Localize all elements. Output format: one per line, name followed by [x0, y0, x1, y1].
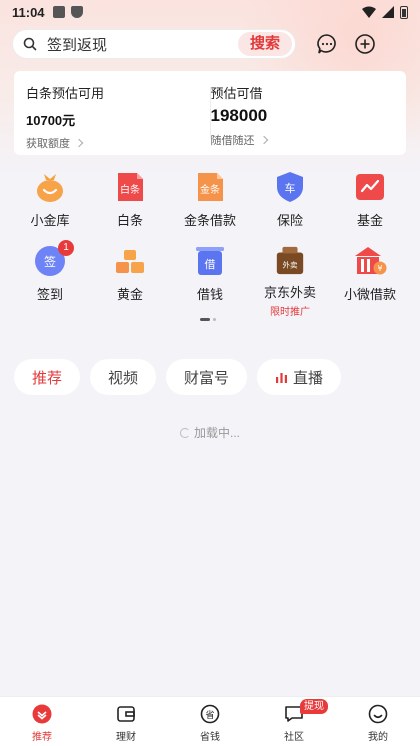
baitiao-credit[interactable]: 白条预估可用 10700元 获取额度	[26, 83, 210, 150]
loan-credit[interactable]: 预估可借 198000 随借随还	[210, 83, 395, 147]
recommend-icon	[32, 704, 52, 724]
loan-title: 预估可借	[210, 86, 263, 101]
signal-icon	[382, 6, 394, 18]
withdraw-badge: 提现	[300, 699, 328, 714]
micro-loan-icon: ¥	[355, 247, 387, 275]
baitiao-amount: 10700元	[26, 113, 76, 128]
tab-wealth[interactable]: 财富号	[166, 359, 248, 395]
insurance-icon: 车	[277, 172, 303, 202]
nav-label: 社区	[284, 732, 304, 743]
add-icon[interactable]	[354, 33, 376, 55]
baitiao-icon: 白条	[118, 173, 143, 201]
repay-anytime-link[interactable]: 随借随还	[211, 132, 395, 148]
grid-pager	[200, 318, 216, 321]
nav-label: 我的	[368, 732, 388, 743]
nav-recommend[interactable]: 推荐	[0, 697, 84, 746]
grid-item-checkin[interactable]: 签 1 签到	[10, 240, 90, 318]
svg-text:签: 签	[44, 254, 56, 269]
repay-anytime-label: 随借随还	[210, 135, 255, 147]
grid-label: 签到	[36, 287, 63, 302]
pager-dot	[213, 318, 216, 321]
nav-label: 省钱	[200, 732, 220, 743]
bottom-nav: 推荐 理财 省 省钱 提现 社区 我的	[0, 696, 420, 746]
grid-item-jintiao[interactable]: 金条 金条借款	[170, 170, 250, 244]
shield-icon	[70, 6, 83, 18]
service-grid: 小金库 白条 白条 金条 金条借款 车 保险 基金 签 1 签到 黄金 借 借钱…	[10, 170, 410, 318]
checkin-badge: 1	[58, 240, 74, 256]
grid-label: 借钱	[196, 287, 223, 302]
svg-text:车: 车	[285, 181, 296, 195]
wifi-icon	[362, 6, 376, 18]
nav-label: 理财	[116, 732, 136, 743]
grid-label: 京东外卖	[263, 285, 316, 300]
pager-dot-active	[200, 318, 210, 321]
grid-item-gold[interactable]: 黄金	[90, 244, 170, 318]
search-text: 签到返现	[47, 36, 108, 54]
takeout-icon: 外卖	[276, 246, 304, 275]
borrow-icon: 借	[196, 247, 224, 275]
svg-text:金条: 金条	[200, 183, 220, 196]
get-limit-label: 获取额度	[26, 138, 70, 150]
fund-icon	[356, 174, 384, 200]
notification-icon	[52, 6, 65, 18]
search-input[interactable]: 签到返现 搜索	[12, 29, 296, 59]
status-bar: 11:04	[0, 0, 420, 24]
search-button[interactable]: 搜索	[237, 32, 292, 56]
profile-icon	[368, 704, 388, 724]
spinner-icon	[179, 427, 190, 438]
battery-icon	[400, 5, 408, 19]
nav-community[interactable]: 提现 社区	[252, 697, 336, 746]
nav-save[interactable]: 省 省钱	[168, 697, 252, 746]
nav-wealth[interactable]: 理财	[84, 697, 168, 746]
nav-label: 推荐	[32, 732, 52, 743]
grid-item-xiaojinku[interactable]: 小金库	[10, 170, 90, 244]
svg-text:省: 省	[205, 709, 214, 721]
grid-item-micro-loan[interactable]: ¥ 小微借款	[330, 244, 410, 318]
credit-card: 白条预估可用 10700元 获取额度 预估可借 198000 随借随还	[14, 71, 406, 155]
svg-text:外卖: 外卖	[282, 260, 298, 270]
feed-tabs: 推荐 视频 财富号 直播	[14, 359, 342, 395]
grid-item-takeout[interactable]: 外卖 京东外卖 限时推广	[250, 244, 330, 318]
nav-mine[interactable]: 我的	[336, 697, 420, 746]
grid-item-fund[interactable]: 基金	[330, 170, 410, 244]
grid-item-insurance[interactable]: 车 保险	[250, 170, 330, 244]
search-row: 签到返现 搜索	[12, 28, 408, 60]
grid-label: 基金	[356, 213, 383, 228]
message-icon[interactable]	[316, 33, 338, 55]
wallet-icon	[117, 706, 135, 722]
search-icon	[23, 37, 37, 51]
grid-label: 保险	[276, 213, 303, 228]
gold-icon	[116, 250, 144, 273]
baitiao-title: 白条预估可用	[26, 86, 105, 101]
svg-text:¥: ¥	[377, 264, 382, 273]
get-limit-link[interactable]: 获取额度	[26, 135, 210, 151]
svg-text:借: 借	[205, 258, 216, 271]
loading-indicator: 加载中...	[0, 424, 420, 441]
tab-video[interactable]: 视频	[90, 359, 157, 395]
grid-label: 黄金	[116, 287, 143, 302]
grid-item-borrow[interactable]: 借 借钱	[170, 244, 250, 318]
tab-live-label: 直播	[293, 369, 324, 387]
loading-text: 加载中...	[193, 426, 240, 440]
loan-amount: 198000	[210, 106, 268, 125]
grid-label: 白条	[116, 213, 143, 228]
tab-recommend[interactable]: 推荐	[14, 359, 81, 395]
grid-item-baitiao[interactable]: 白条 白条	[90, 170, 170, 244]
save-money-icon: 省	[200, 704, 220, 724]
chevron-right-icon	[259, 135, 268, 145]
live-bars-icon	[276, 373, 288, 383]
money-bag-icon	[37, 174, 63, 202]
promo-label: 限时推广	[270, 307, 310, 318]
status-time: 11:04	[12, 4, 45, 20]
svg-text:白条: 白条	[120, 183, 140, 196]
grid-label: 金条借款	[183, 213, 236, 228]
chevron-right-icon	[74, 138, 84, 148]
grid-label: 小微借款	[343, 287, 396, 302]
jintiao-icon: 金条	[198, 173, 223, 201]
grid-label: 小金库	[30, 213, 70, 228]
tab-live[interactable]: 直播	[257, 359, 342, 395]
